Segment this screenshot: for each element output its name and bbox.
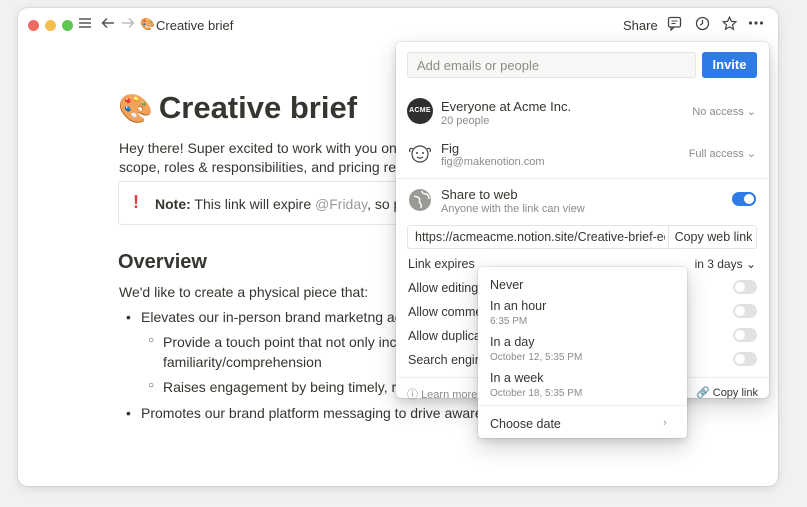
callout-bold: Note:	[155, 196, 191, 212]
link-expires-dropdown[interactable]: in 3 days ⌄	[695, 257, 756, 271]
menu-item-in-a-week[interactable]: In a week	[490, 371, 544, 385]
menu-item-sub: October 12, 5:35 PM	[490, 352, 583, 363]
list-item-text: Provide a touch point that not only incr…	[163, 334, 417, 350]
bullet-dot-icon: •	[126, 405, 131, 421]
link-expires-label: Link expires	[408, 257, 475, 271]
menu-item-sub: October 18, 5:35 PM	[490, 388, 583, 399]
comment-icon[interactable]	[667, 16, 682, 36]
minimize-window-button[interactable]	[45, 20, 56, 31]
allow-duplicate-toggle[interactable]	[733, 328, 757, 342]
bullet-circle-icon: ○	[148, 335, 155, 346]
chevron-right-icon: ›	[663, 417, 667, 429]
toggle-knob	[744, 194, 754, 204]
share-to-web-sub: Anyone with the link can view	[441, 203, 585, 215]
access-dropdown[interactable]: No access ⌄	[692, 105, 756, 118]
list-item-text: Raises engagement by being timely, relev	[163, 379, 422, 395]
list-item[interactable]: ○ Raises engagement by being timely, rele…	[148, 377, 422, 397]
heading-overview[interactable]: Overview	[118, 251, 207, 274]
list-item-text: Elevates our in-person brand marketng ac…	[141, 309, 416, 325]
menu-item-choose-date[interactable]: Choose date	[490, 417, 561, 431]
titlebar: 🎨 Creative brief Share	[18, 8, 778, 44]
copy-link-text: Copy link	[712, 387, 758, 399]
list-item-text: Promotes our brand platform messaging to…	[141, 405, 513, 421]
search-engine-label: Search engine	[408, 353, 489, 367]
zoom-window-button[interactable]	[62, 20, 73, 31]
share-button[interactable]: Share	[623, 18, 658, 33]
palette-icon: 🎨	[140, 17, 155, 31]
star-icon[interactable]	[721, 15, 738, 36]
help-icon: ⓘ	[407, 389, 418, 401]
more-icon[interactable]	[748, 16, 764, 35]
copy-web-link-button[interactable]: Copy web link	[668, 226, 756, 248]
search-engine-toggle[interactable]	[733, 352, 757, 366]
close-window-button[interactable]	[28, 20, 39, 31]
menu-item-never[interactable]: Never	[490, 278, 523, 292]
menu-item-in-a-day[interactable]: In a day	[490, 335, 534, 349]
list-item[interactable]: • Elevates our in-person brand marketng a…	[126, 307, 416, 327]
bullet-dot-icon: •	[126, 309, 131, 325]
chevron-down-icon: ⌄	[746, 106, 756, 118]
chevron-down-icon: ⌄	[745, 257, 756, 271]
learn-more-text: Learn more	[421, 389, 478, 401]
access-label: Full access	[688, 148, 744, 160]
allow-duplicate-label: Allow duplicat	[408, 329, 485, 343]
date-mention[interactable]: @Friday	[315, 196, 367, 212]
divider	[478, 405, 687, 406]
member-name: Fig	[441, 141, 460, 156]
member-sub: 20 people	[441, 115, 490, 127]
member-sub: fig@makenotion.com	[441, 156, 545, 168]
page-title[interactable]: 🎨 Creative brief	[118, 90, 357, 126]
link-icon: 🔗	[695, 387, 710, 399]
callout-body: This link will expire	[190, 196, 316, 212]
allow-editing-label: Allow editing	[408, 281, 479, 295]
intro-paragraph-line-1[interactable]: Hey there! Super excited to work with yo…	[119, 138, 415, 158]
fig-avatar	[407, 140, 433, 166]
forward-arrow-icon[interactable]	[121, 16, 135, 35]
page-title-text: Creative brief	[158, 90, 358, 125]
bullet-circle-icon: ○	[148, 380, 155, 391]
toggle-knob	[735, 306, 745, 316]
breadcrumb-title[interactable]: Creative brief	[156, 18, 233, 33]
link-expires-value: in 3 days	[694, 257, 743, 271]
list-item[interactable]: ○ Provide a touch point that not only inc…	[148, 332, 417, 352]
toggle-knob	[735, 354, 745, 364]
invite-button[interactable]: Invite	[702, 52, 757, 78]
list-item-continuation[interactable]: familiarity/comprehension	[163, 352, 322, 372]
intro-paragraph-line-2[interactable]: scope, roles & responsibilities, and pri…	[119, 157, 419, 177]
palette-icon[interactable]: 🎨	[118, 93, 153, 124]
callout-text: Note: This link will expire @Friday, so …	[155, 196, 427, 212]
share-to-web-title: Share to web	[441, 187, 518, 202]
learn-more-link[interactable]: ⓘ Learn more	[407, 386, 477, 402]
app-window: 🎨 Creative brief Share 🎨 Creative brief H…	[18, 8, 778, 486]
add-people-input[interactable]: Add emails or people	[407, 52, 696, 78]
access-label: No access	[692, 106, 744, 118]
member-name: Everyone at Acme Inc.	[441, 99, 572, 114]
divider	[396, 178, 769, 179]
allow-editing-toggle[interactable]	[733, 280, 757, 294]
clock-icon[interactable]	[695, 16, 710, 36]
toggle-knob	[735, 330, 745, 340]
exclamation-icon: !	[133, 192, 139, 212]
share-to-web-toggle[interactable]	[732, 192, 756, 206]
access-dropdown[interactable]: Full access ⌄	[689, 147, 756, 160]
toggle-knob	[735, 282, 745, 292]
acme-avatar: ACME	[407, 98, 433, 124]
menu-item-in-an-hour[interactable]: In an hour	[490, 299, 546, 313]
copy-link-button[interactable]: 🔗 Copy link	[696, 386, 758, 399]
back-arrow-icon[interactable]	[101, 16, 115, 35]
list-item[interactable]: • Promotes our brand platform messaging t…	[126, 403, 513, 423]
web-link-url: https://acmeacme.notion.site/Creative-br…	[415, 230, 665, 244]
globe-icon	[407, 187, 433, 213]
overview-intro[interactable]: We'd like to create a physical piece tha…	[119, 282, 368, 302]
link-expiry-menu: Never In an hour 6:35 PM In a day Octobe…	[478, 267, 687, 438]
menu-item-sub: 6:35 PM	[490, 316, 528, 327]
web-link-field[interactable]: https://acmeacme.notion.site/Creative-br…	[407, 225, 757, 249]
menu-icon[interactable]	[78, 16, 92, 35]
chevron-down-icon: ⌄	[746, 148, 756, 160]
allow-comments-toggle[interactable]	[733, 304, 757, 318]
